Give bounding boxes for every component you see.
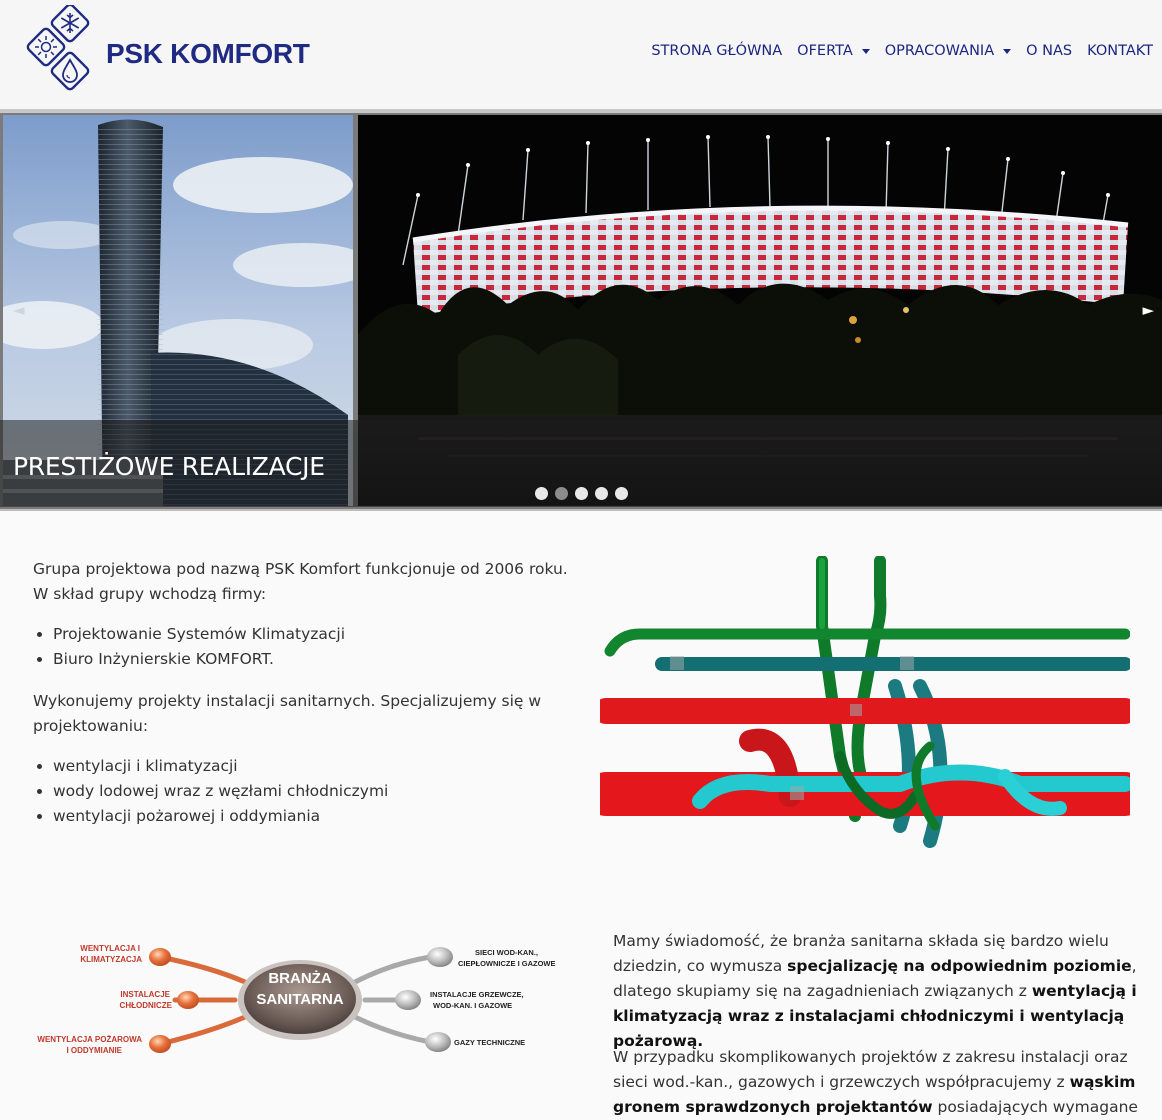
- industry-diagram: BRANŻA SANITARNA WENTYLACJA I KLIMATYZAC…: [37, 944, 556, 1055]
- slider-dots: [535, 487, 628, 500]
- site-header: PSK KOMFORT STRONA GŁÓWNA OFERTA OPRACOW…: [0, 0, 1162, 109]
- caret-down-icon: [861, 48, 870, 54]
- hvac-pipes-illustration: [600, 556, 1130, 848]
- diagram-label: INSTALACJE GRZEWCZE,: [430, 990, 524, 999]
- nav-studies-label: OPRACOWANIA: [884, 43, 995, 59]
- nav-offer-label: OFERTA: [797, 43, 853, 59]
- diagram-node: [427, 947, 453, 967]
- specializations-list: wentylacji i klimatyzacji wody lodowej w…: [33, 754, 388, 829]
- nav-about[interactable]: O NAS: [1026, 43, 1072, 59]
- intro-paragraph: Grupa projektowa pod nazwą PSK Komfort f…: [33, 557, 573, 607]
- slide-caption: PRESTIŻOWE REALIZACJE: [13, 452, 325, 481]
- diagram-label: WENTYLACJA POŻAROWA: [37, 1035, 142, 1044]
- prev-arrow-icon[interactable]: ◄: [13, 301, 25, 319]
- diagram-node: [177, 991, 199, 1009]
- diagram-center-line2: SANITARNA: [256, 991, 343, 1008]
- slider-dot-5[interactable]: [615, 487, 628, 500]
- hero-slider[interactable]: PRESTIŻOWE REALIZACJE ◄ ►: [0, 113, 1162, 509]
- logo[interactable]: PSK KOMFORT: [22, 5, 310, 101]
- nav-home-label: STRONA GŁÓWNA: [651, 43, 783, 59]
- list-item: wody lodowej wraz z węzłami chłodniczymi: [53, 779, 388, 804]
- diagram-label: KLIMATYZACJA: [80, 955, 142, 964]
- intro-line-1: Grupa projektowa pod nazwą PSK Komfort f…: [33, 560, 568, 578]
- snowflake-icon: [60, 13, 80, 33]
- slider-dot-4[interactable]: [595, 487, 608, 500]
- specialization-paragraph: Wykonujemy projekty instalacji sanitarny…: [33, 692, 542, 735]
- diagram-node: [395, 990, 421, 1010]
- diagram-node: [425, 1032, 451, 1052]
- slider-dot-3[interactable]: [575, 487, 588, 500]
- list-item: wentylacji i klimatyzacji: [53, 754, 388, 779]
- slider-bottom-border: [0, 509, 1162, 511]
- diagram-node: [149, 948, 171, 966]
- slider-dot-2[interactable]: [555, 487, 568, 500]
- intro-line-2: W skład grupy wchodzą firmy:: [33, 585, 267, 603]
- cooperation-description: W przypadku skomplikowanych projektów z …: [613, 1045, 1153, 1120]
- diagram-label: SIECI WOD-KAN.,: [475, 948, 538, 957]
- nav-about-label: O NAS: [1026, 43, 1073, 59]
- sun-icon: [35, 36, 57, 58]
- diagram-node: [149, 1035, 171, 1053]
- diagram-label: WOD-KAN. I GAZOWE: [433, 1001, 512, 1010]
- diagram-label: I ODDYMIANIE: [66, 1046, 122, 1055]
- list-item: Projektowanie Systemów Klimatyzacji: [53, 622, 345, 647]
- nav-home[interactable]: STRONA GŁÓWNA: [651, 43, 782, 59]
- list-item: Biuro Inżynierskie KOMFORT.: [53, 647, 345, 672]
- main-navigation: STRONA GŁÓWNA OFERTA OPRACOWANIA O NAS K…: [651, 43, 1153, 59]
- nav-offer[interactable]: OFERTA: [797, 43, 870, 59]
- diagram-label: WENTYLACJA I: [80, 944, 140, 953]
- specialization-description: Mamy świadomość, że branża sanitarna skł…: [613, 929, 1153, 1054]
- brand-name: PSK KOMFORT: [106, 38, 310, 69]
- list-item: wentylacji pożarowej i oddymiania: [53, 804, 388, 829]
- diagram-label: INSTALACJE: [120, 990, 170, 999]
- text-fragment: W przypadku skomplikowanych projektów z …: [613, 1048, 1128, 1091]
- nav-contact[interactable]: KONTAKT: [1087, 43, 1153, 59]
- diagram-label: GAZY TECHNICZNE: [454, 1038, 525, 1047]
- nav-contact-label: KONTAKT: [1087, 43, 1153, 59]
- diagram-label: CHŁODNICZE: [120, 1001, 173, 1010]
- caret-down-icon: [1003, 48, 1012, 54]
- companies-list: Projektowanie Systemów Klimatyzacji Biur…: [33, 622, 345, 672]
- diagram-label: CIEPŁOWNICZE I GAZOWE: [458, 959, 556, 968]
- water-drop-icon: [62, 58, 78, 83]
- text-fragment: posiadających wymagane: [932, 1098, 1138, 1116]
- next-arrow-icon[interactable]: ►: [1142, 301, 1154, 319]
- diagram-center-line1: BRANŻA: [268, 970, 331, 987]
- slider-dot-1[interactable]: [535, 487, 548, 500]
- nav-studies[interactable]: OPRACOWANIA: [884, 43, 1012, 59]
- text-bold: specjalizację na odpowiednim poziomie: [787, 957, 1132, 975]
